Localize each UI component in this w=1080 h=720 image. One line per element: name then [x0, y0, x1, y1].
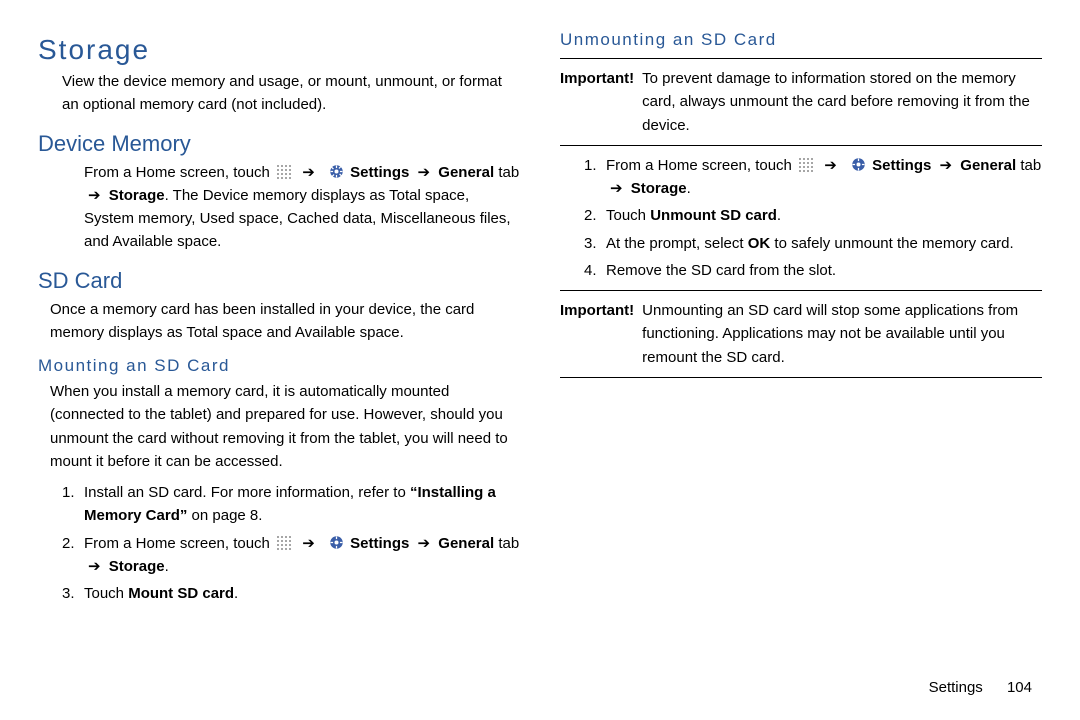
unmounting-heading: Unmounting an SD Card: [560, 30, 1042, 50]
step-text: .: [777, 207, 781, 224]
important-note: Important! Unmounting an SD card will st…: [560, 299, 1042, 369]
step-text: .: [234, 585, 238, 602]
arrow-icon: ➔: [88, 555, 101, 578]
important-body: To prevent damage to information stored …: [642, 67, 1040, 137]
step-text: on page 8.: [192, 507, 263, 524]
divider: [560, 145, 1042, 146]
gear-icon: [851, 157, 866, 172]
divider: [560, 377, 1042, 378]
gear-icon: [329, 164, 344, 179]
step-text: From a Home screen, touch: [84, 164, 270, 181]
list-item: At the prompt, select OK to safely unmou…: [590, 232, 1042, 255]
list-item: Touch Unmount SD card.: [590, 204, 1042, 227]
list-item: Remove the SD card from the slot.: [590, 259, 1042, 282]
general-label: General: [438, 164, 494, 181]
arrow-icon: ➔: [824, 154, 837, 177]
apps-icon: [276, 164, 292, 180]
general-label: General: [960, 157, 1016, 174]
mounting-heading: Mounting an SD Card: [38, 356, 520, 376]
arrow-icon: ➔: [418, 532, 431, 555]
step-text: From a Home screen, touch: [84, 535, 270, 552]
mounting-intro: When you install a memory card, it is au…: [50, 380, 520, 473]
page-footer: Settings 104: [929, 679, 1032, 696]
settings-label: Settings: [350, 535, 409, 552]
step-text: From a Home screen, touch: [606, 157, 792, 174]
sdcard-heading: SD Card: [38, 268, 520, 294]
sdcard-intro: Once a memory card has been installed in…: [50, 298, 520, 345]
step-text: At the prompt, select: [606, 235, 748, 252]
arrow-icon: ➔: [610, 177, 623, 200]
gear-icon: [329, 535, 344, 550]
step-text: to safely unmount the memory card.: [770, 235, 1013, 252]
settings-label: Settings: [350, 164, 409, 181]
arrow-icon: ➔: [940, 154, 953, 177]
storage-label: Storage: [631, 180, 687, 197]
general-label: General: [438, 535, 494, 552]
list-item: From a Home screen, touch ➔ Settings ➔ G…: [590, 154, 1042, 201]
arrow-icon: ➔: [88, 184, 101, 207]
important-body: Unmounting an SD card will stop some app…: [642, 299, 1040, 369]
arrow-icon: ➔: [302, 532, 315, 555]
ok-label: OK: [748, 235, 771, 252]
tab-text: tab: [494, 164, 519, 181]
intro-text: View the device memory and usage, or mou…: [62, 70, 520, 117]
settings-label: Settings: [872, 157, 931, 174]
important-note: Important! To prevent damage to informat…: [560, 67, 1042, 137]
divider: [560, 290, 1042, 291]
tab-text: tab: [494, 535, 519, 552]
unmount-label: Unmount SD card: [650, 207, 777, 224]
divider: [560, 58, 1042, 59]
device-memory-heading: Device Memory: [38, 131, 520, 157]
storage-label: Storage: [109, 558, 165, 575]
important-label: Important!: [560, 67, 638, 90]
list-item: Touch Mount SD card.: [68, 582, 520, 605]
step-text: Touch: [606, 207, 650, 224]
mount-label: Mount SD card: [128, 585, 234, 602]
step-text: Touch: [84, 585, 128, 602]
tab-text: tab: [1016, 157, 1041, 174]
page-title: Storage: [38, 34, 520, 66]
mounting-steps: Install an SD card. For more information…: [38, 481, 520, 605]
storage-label: Storage: [109, 187, 165, 204]
footer-section: Settings: [929, 679, 983, 696]
page-content: Storage View the device memory and usage…: [0, 0, 1080, 680]
apps-icon: [798, 157, 814, 173]
device-memory-steps: From a Home screen, touch ➔ Settings ➔ G…: [38, 161, 520, 254]
list-item: From a Home screen, touch ➔ Settings ➔ G…: [68, 161, 520, 254]
arrow-icon: ➔: [418, 161, 431, 184]
unmounting-steps: From a Home screen, touch ➔ Settings ➔ G…: [560, 154, 1042, 282]
apps-icon: [276, 535, 292, 551]
step-text: Remove the SD card from the slot.: [606, 262, 836, 279]
page-number: 104: [1007, 679, 1032, 696]
list-item: Install an SD card. For more information…: [68, 481, 520, 528]
important-label: Important!: [560, 299, 638, 322]
arrow-icon: ➔: [302, 161, 315, 184]
step-text: Install an SD card. For more information…: [84, 484, 410, 501]
list-item: From a Home screen, touch ➔ Settings ➔ G…: [68, 532, 520, 579]
